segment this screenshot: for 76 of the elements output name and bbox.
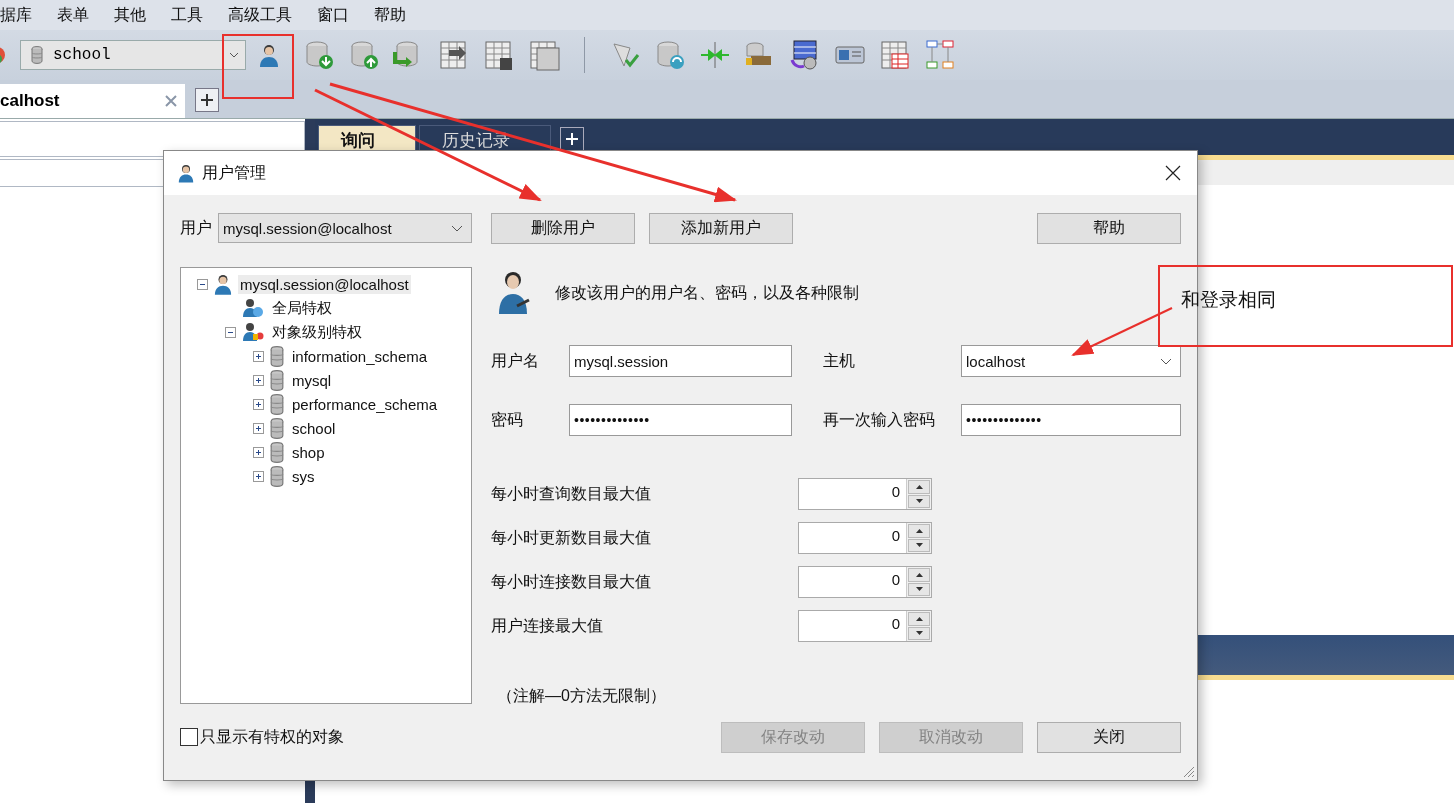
tree-item[interactable]: information_schema [290, 346, 430, 366]
expand-icon[interactable] [253, 398, 264, 410]
user-icon [214, 273, 232, 295]
dialog-button[interactable]: 添加新用户 [649, 213, 793, 244]
plus-icon [200, 93, 214, 107]
resize-grip-icon[interactable] [1181, 764, 1195, 778]
users-shapes-icon [242, 322, 264, 342]
tree-item[interactable]: 全局特权 [270, 297, 334, 319]
chevron-down-icon [1160, 357, 1172, 365]
plus-icon [566, 133, 578, 145]
table-icon[interactable] [878, 38, 912, 72]
menu-item[interactable]: 工具 [171, 4, 203, 26]
description-text: 修改该用户的用户名、密码，以及各种限制 [555, 282, 859, 303]
user-label: 用户 [180, 217, 212, 238]
limit-label: 每小时连接数目最大值 [491, 571, 652, 592]
database-select[interactable]: school [20, 40, 246, 70]
database-icon [270, 369, 284, 391]
menu-item[interactable]: 高级工具 [228, 4, 292, 26]
password-field[interactable]: •••••••••••••• [569, 404, 792, 436]
callout-text: 和登录相同 [1181, 289, 1276, 310]
database-icon [270, 465, 284, 487]
checkbox-label: 只显示有特权的对象 [200, 726, 344, 747]
tree-item[interactable]: shop [290, 442, 327, 462]
user-icon [178, 163, 194, 183]
tree-item[interactable]: school [290, 418, 338, 438]
new-tab-button[interactable] [195, 88, 219, 112]
limit-label: 每小时查询数目最大值 [491, 483, 652, 504]
host-select[interactable]: localhost [961, 345, 1181, 377]
dialog-title: 用户管理 [202, 162, 267, 183]
chevron-down-icon [451, 224, 463, 232]
expand-icon[interactable] [253, 350, 264, 362]
help-button[interactable]: 帮助 [1037, 213, 1181, 244]
expand-icon[interactable] [253, 374, 264, 386]
dialog-button[interactable]: 删除用户 [491, 213, 635, 244]
expand-icon[interactable] [253, 422, 264, 434]
database-icon [270, 417, 284, 439]
field-label: 主机 [822, 350, 856, 371]
checkbox[interactable] [180, 728, 198, 746]
limit-label: 用户连接最大值 [491, 615, 604, 636]
field-label: 密码 [491, 409, 524, 430]
highlight-box [222, 34, 294, 99]
colorful-icon[interactable] [0, 46, 6, 64]
password-field[interactable]: •••••••••••••• [961, 404, 1181, 436]
expand-icon[interactable] [253, 470, 264, 482]
database-icon [270, 441, 284, 463]
menu-item[interactable]: 据库 [0, 4, 32, 26]
database-icon [270, 393, 284, 415]
tree-item[interactable]: mysql.session@localhost [238, 274, 411, 294]
expand-icon[interactable] [253, 446, 264, 458]
tree-item[interactable]: performance_schema [290, 394, 440, 414]
user-select[interactable]: mysql.session@localhost [218, 213, 472, 243]
note-text: （注解—0方法无限制） [496, 686, 667, 706]
diagram-icon[interactable] [923, 38, 957, 72]
collapse-icon[interactable] [225, 326, 236, 338]
dialog-button[interactable]: 关闭 [1037, 721, 1181, 753]
tree-item[interactable]: mysql [290, 370, 334, 390]
close-icon[interactable] [1165, 165, 1181, 181]
connection-tab[interactable]: calhost [0, 84, 185, 118]
field-label: 用户名 [491, 350, 540, 371]
limit-label: 每小时更新数目最大值 [491, 527, 652, 548]
users-globe-icon [242, 298, 264, 318]
tab-label: calhost [0, 91, 60, 111]
chevron-down-icon [229, 52, 239, 58]
database-icon [270, 345, 284, 367]
user-icon [259, 43, 279, 67]
person-icon [497, 270, 531, 316]
menu-item[interactable]: 其他 [114, 4, 146, 26]
collapse-icon[interactable] [197, 278, 208, 290]
menu-item[interactable]: 帮助 [374, 4, 406, 26]
database-icon [31, 46, 43, 64]
tree-item[interactable]: 对象级别特权 [270, 321, 364, 343]
field-label: 再一次输入密码 [822, 409, 936, 430]
menu-item[interactable]: 表单 [57, 4, 89, 26]
username-field[interactable]: mysql.session [569, 345, 792, 377]
tree-item[interactable]: sys [290, 466, 317, 486]
menu-item[interactable]: 窗口 [317, 4, 349, 26]
